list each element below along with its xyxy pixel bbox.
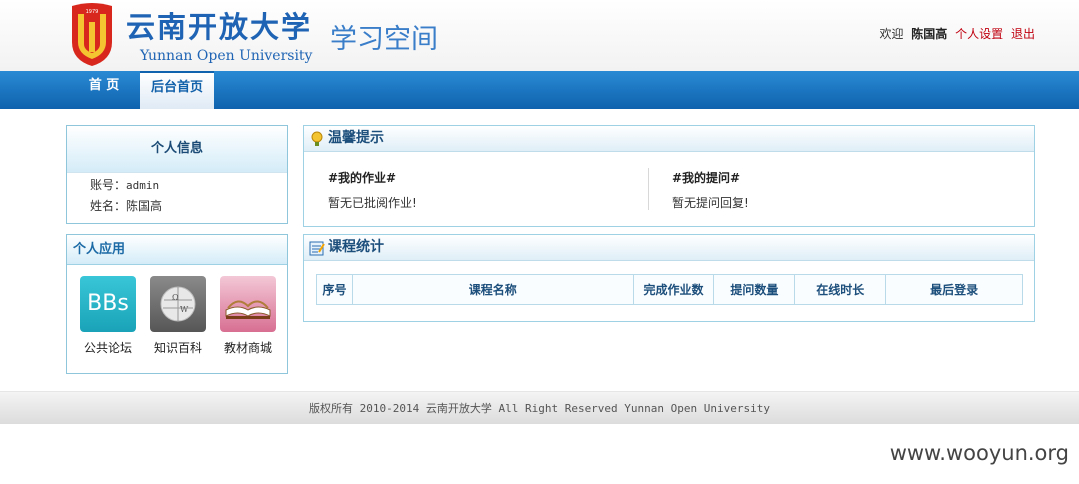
account-value: admin	[126, 179, 160, 192]
table-header-row: 序号 课程名称 完成作业数 提问数量 在线时长 最后登录	[316, 274, 1023, 305]
app-forum-label[interactable]: 公共论坛	[70, 339, 146, 356]
page-title: 学习空间	[330, 24, 438, 55]
svg-text:Ω: Ω	[172, 293, 179, 302]
questions-title[interactable]: #我的提问#	[672, 169, 749, 186]
name-value: 陈国高	[126, 199, 163, 213]
svg-text:1979: 1979	[86, 9, 99, 15]
personal-info-panel: 个人信息 账号：admin 姓名：陈国高	[66, 125, 288, 224]
account-label: 账号：	[90, 178, 127, 192]
questions-desc: 暂无提问回复!	[672, 196, 749, 210]
app-bookstore-label[interactable]: 教材商城	[210, 339, 286, 356]
site-footer: 版权所有 2010-2014 云南开放大学 All Right Reserved…	[0, 391, 1079, 424]
tips-header: 温馨提示	[304, 126, 1034, 152]
col-last-login: 最后登录	[885, 274, 1023, 305]
name-label: 姓名：	[90, 199, 127, 213]
questions-tip: #我的提问# 暂无提问回复!	[672, 169, 749, 211]
homework-desc: 暂无已批阅作业!	[328, 196, 417, 210]
university-emblem-icon: 1979	[72, 3, 112, 66]
tip-divider	[648, 168, 649, 210]
homework-title[interactable]: #我的作业#	[328, 169, 417, 186]
welcome-text: 欢迎	[879, 27, 904, 41]
nav-admin-home[interactable]: 后台首页	[140, 71, 214, 109]
col-online-time: 在线时长	[794, 274, 887, 305]
name-row: 姓名：陈国高	[90, 197, 162, 214]
bbs-icon[interactable]: BBs	[80, 276, 136, 332]
username: 陈国高	[911, 27, 948, 41]
wiki-globe-icon[interactable]: Ω W	[150, 276, 206, 332]
tips-panel: 温馨提示 #我的作业# 暂无已批阅作业! #我的提问# 暂无提问回复!	[303, 125, 1035, 227]
personal-apps-title: 个人应用	[67, 235, 287, 265]
book-icon[interactable]	[220, 276, 276, 332]
nav-home[interactable]: 首 页	[78, 71, 130, 109]
course-stats-table: 序号 课程名称 完成作业数 提问数量 在线时长 最后登录	[316, 274, 1023, 305]
app-wiki[interactable]: Ω W 知识百科	[150, 276, 206, 356]
personal-info-title: 个人信息	[67, 126, 287, 173]
personal-apps-panel: 个人应用 BBs 公共论坛 Ω W 知识百科 教材商城	[66, 234, 288, 374]
col-index: 序号	[316, 274, 353, 305]
homework-tip: #我的作业# 暂无已批阅作业!	[328, 169, 417, 211]
tips-title: 温馨提示	[328, 130, 384, 146]
course-stats-title: 课程统计	[328, 239, 384, 255]
lightbulb-icon	[311, 131, 323, 146]
col-homework-done: 完成作业数	[632, 274, 715, 305]
app-wiki-label[interactable]: 知识百科	[140, 339, 216, 356]
app-forum[interactable]: BBs 公共论坛	[80, 276, 136, 356]
user-bar: 欢迎 陈国高 个人设置 退出	[875, 25, 1035, 42]
logout-link[interactable]: 退出	[1011, 27, 1035, 41]
col-question-count: 提问数量	[713, 274, 796, 305]
logo-english-name: Yunnan Open University	[140, 48, 313, 64]
col-course-name: 课程名称	[351, 274, 634, 305]
watermark: www.wooyun.org	[889, 441, 1069, 465]
account-row: 账号：admin	[90, 176, 159, 193]
course-stats-header: 课程统计	[304, 235, 1034, 261]
site-header: 1979 云南开放大学 Yunnan Open University 学习空间 …	[0, 0, 1079, 71]
app-bookstore[interactable]: 教材商城	[220, 276, 276, 356]
notepad-icon	[309, 241, 325, 256]
logo-chinese-name: 云南开放大学	[126, 10, 313, 44]
svg-text:W: W	[180, 305, 189, 314]
main-nav: 首 页 后台首页	[0, 71, 1079, 109]
settings-link[interactable]: 个人设置	[955, 27, 1003, 41]
course-stats-panel: 课程统计 序号 课程名称 完成作业数 提问数量 在线时长 最后登录	[303, 234, 1035, 322]
